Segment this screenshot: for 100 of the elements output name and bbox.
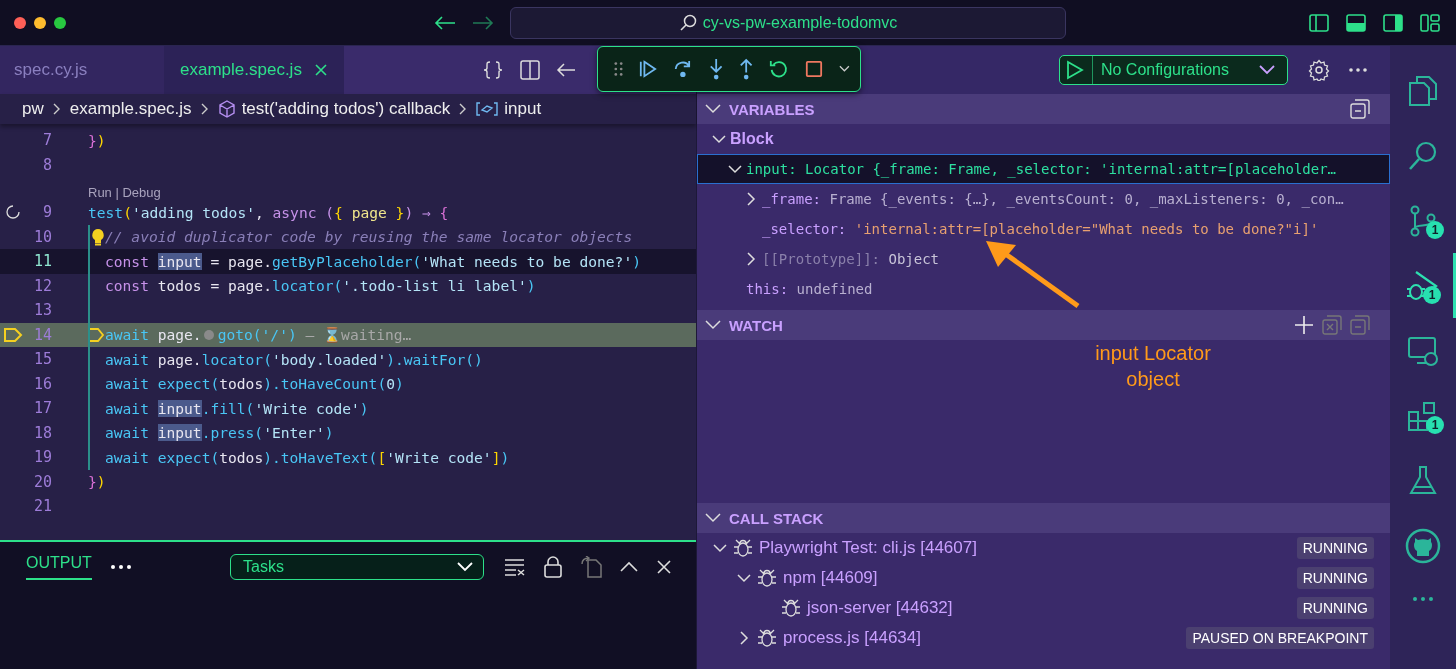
sidebar-toggle-icon[interactable] xyxy=(1309,13,1329,32)
close-icon[interactable] xyxy=(656,559,672,575)
chevron-icon[interactable] xyxy=(744,192,758,206)
code-text: const todos = page.locator('.todo-list li label') xyxy=(105,277,536,295)
line-number: 15 xyxy=(32,350,52,369)
step-into-icon[interactable] xyxy=(708,57,724,81)
editor-tab[interactable]: spec.cy.js xyxy=(0,46,164,94)
section-header[interactable]: WATCH xyxy=(697,310,1390,340)
call-stack-item[interactable]: process.js [44634] xyxy=(783,628,921,648)
line-number: 10 xyxy=(32,227,52,246)
lightbulb-icon[interactable] xyxy=(91,227,105,246)
step-over-icon[interactable] xyxy=(672,58,693,80)
variable-icon xyxy=(476,101,499,117)
panel-tab[interactable]: OUTPUT xyxy=(26,554,92,580)
line-number: 19 xyxy=(32,448,52,467)
activity-bar-item[interactable]: 1 xyxy=(1390,253,1456,318)
run-configuration-dropdown[interactable]: No Configurations xyxy=(1058,55,1288,85)
panel-toggle-icon[interactable] xyxy=(1346,13,1366,32)
settings-icon[interactable] xyxy=(1308,59,1330,81)
code-text: // avoid duplicator code by reusing the same locator objects xyxy=(105,228,633,246)
close-window-button[interactable] xyxy=(14,16,26,29)
line-number: 13 xyxy=(32,301,52,320)
variable-row[interactable]: this: undefined xyxy=(697,274,1390,304)
line-number: 9 xyxy=(41,203,52,222)
line-number: 12 xyxy=(32,276,52,295)
count-badge: 1 xyxy=(1426,221,1444,239)
command-center-search[interactable]: cy-vs-pw-example-todomvc xyxy=(510,6,1066,39)
code-text: await page. goto('/') — ⌛waiting… xyxy=(105,325,412,344)
variable-row[interactable]: [[Prototype]]: Object xyxy=(697,244,1390,274)
call-stack-item[interactable]: json-server [44632] xyxy=(807,598,953,618)
forward-arrow-icon[interactable] xyxy=(472,14,494,31)
bug-icon xyxy=(757,628,777,648)
step-out-icon[interactable] xyxy=(739,57,754,81)
zoom-window-button[interactable] xyxy=(54,16,66,29)
line-number: 20 xyxy=(32,472,52,491)
editor-tab[interactable]: example.spec.js xyxy=(164,46,344,94)
breadcrumb-item[interactable]: test('adding todos') callback xyxy=(241,99,451,119)
code-text: }) xyxy=(88,131,106,149)
collapse-all-icon[interactable] xyxy=(1350,99,1370,119)
chevron-icon[interactable] xyxy=(712,132,726,146)
close-icon[interactable] xyxy=(313,63,328,77)
plus-icon[interactable] xyxy=(1294,315,1314,335)
variable-row[interactable]: input: Locator {_frame: Frame, _selector: 'internal:attr=[placeholder… xyxy=(697,154,1390,184)
variable-row[interactable]: _frame: Frame {_events: {…}, _eventsCount: 0, _maxListeners: 0, _con… xyxy=(697,184,1390,214)
play-icon[interactable] xyxy=(1065,60,1084,80)
section-header[interactable]: CALL STACK xyxy=(697,503,1390,533)
customize-layout-icon[interactable] xyxy=(1420,13,1440,32)
variable-entry: this: undefined xyxy=(746,281,873,297)
clear-output-icon[interactable] xyxy=(504,558,526,576)
breadcrumb-item[interactable]: example.spec.js xyxy=(69,99,192,119)
secondary-sidebar-icon[interactable] xyxy=(1383,13,1403,32)
breakpoint-arrow-icon[interactable] xyxy=(3,326,23,343)
status-label: RUNNING xyxy=(1296,597,1374,619)
variable-entry: [[Prototype]]: Object xyxy=(762,251,940,267)
call-stack-item[interactable]: Playwright Test: cli.js [44607] xyxy=(759,538,977,558)
code-text: await expect(todos).toHaveText(['Write code']) xyxy=(105,448,510,466)
more-icon[interactable] xyxy=(109,564,132,570)
continue-icon[interactable] xyxy=(639,59,657,79)
chevron-right-icon xyxy=(199,102,210,116)
section-header[interactable]: VARIABLES xyxy=(697,94,1390,124)
line-number: 14 xyxy=(32,325,52,344)
octocat-icon xyxy=(1405,527,1441,564)
line-number: 21 xyxy=(32,497,52,516)
stop-icon[interactable] xyxy=(805,59,824,79)
more-icon[interactable] xyxy=(1348,67,1368,73)
monitor-icon xyxy=(1407,334,1439,367)
line-number: 7 xyxy=(41,131,52,150)
minimize-window-button[interactable] xyxy=(34,16,46,29)
chevron-icon[interactable] xyxy=(744,252,758,266)
line-number: 17 xyxy=(32,399,52,418)
output-channel-dropdown[interactable]: Tasks xyxy=(230,554,484,580)
variable-row[interactable]: _selector: 'internal:attr=[placeholder="What needs to be done?"i]' xyxy=(697,214,1390,244)
chevron-icon[interactable] xyxy=(737,631,751,645)
braces-icon[interactable] xyxy=(482,60,504,80)
split-editor-icon[interactable] xyxy=(520,60,540,80)
activity-bar-item[interactable]: 1 xyxy=(1390,188,1456,253)
restart-icon[interactable] xyxy=(769,58,790,80)
code-text: await page.locator('body.loaded').waitFor() xyxy=(105,350,483,368)
call-stack-item[interactable]: npm [44609] xyxy=(783,568,878,588)
back-arrow-icon[interactable] xyxy=(556,62,576,78)
codelens-link[interactable]: Run | Debug xyxy=(88,185,161,200)
chevron-up-icon[interactable] xyxy=(620,561,638,573)
variable-entry: _frame: Frame {_events: {…}, _eventsCount: 0, _maxListeners: 0, _con… xyxy=(762,191,1344,207)
breadcrumb-item[interactable]: pw xyxy=(22,99,44,119)
activity-bar-item[interactable]: 1 xyxy=(1390,383,1456,448)
chevron-icon[interactable] xyxy=(713,541,727,555)
back-arrow-icon[interactable] xyxy=(434,14,456,31)
open-file-icon[interactable] xyxy=(580,556,602,578)
lock-icon[interactable] xyxy=(544,556,562,578)
chevron-down-icon[interactable] xyxy=(839,65,850,73)
chevron-icon[interactable] xyxy=(737,571,751,585)
chevron-icon[interactable] xyxy=(728,162,742,176)
code-text: await input.press('Enter') xyxy=(105,424,334,442)
drag-handle-icon[interactable] xyxy=(614,61,623,77)
breadcrumb-item[interactable]: input xyxy=(504,99,542,119)
variable-row[interactable]: Block xyxy=(697,124,1390,154)
bug-icon xyxy=(781,598,801,618)
code-text: test('adding todos', async ({ page }) ⇒ { xyxy=(88,203,449,221)
code-text: await expect(todos).toHaveCount(0) xyxy=(105,375,404,393)
files-icon xyxy=(1408,74,1438,107)
